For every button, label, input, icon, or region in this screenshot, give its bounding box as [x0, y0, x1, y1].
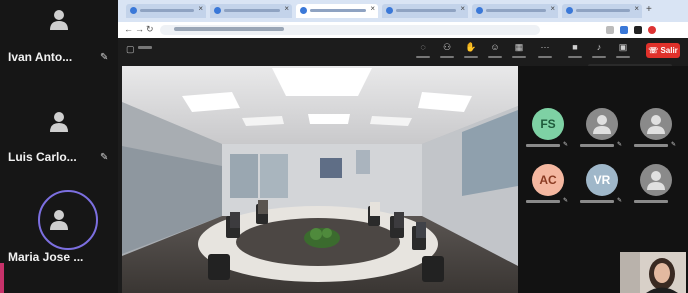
share-button[interactable]: ▣ — [612, 42, 634, 58]
participant-name: Maria Jose ... — [8, 250, 84, 264]
leave-label: Salir — [660, 46, 678, 55]
camera-icon: ■ — [572, 42, 578, 52]
user-icon — [647, 115, 665, 134]
participant-tile[interactable]: Ivan Anto... ✎ — [0, 0, 118, 70]
participant-sidebar: Ivan Anto... ✎ Luis Carlo... ✎ Maria Jos… — [0, 0, 118, 293]
mic-icon: ♪ — [596, 42, 602, 52]
profile-avatar[interactable] — [648, 26, 656, 34]
self-view-video — [620, 252, 686, 293]
more-icon: ··· — [540, 42, 550, 52]
user-icon — [50, 10, 68, 30]
meeting-timer — [138, 46, 152, 49]
muted-mic-icon: ✎ — [100, 52, 109, 63]
reactions-button[interactable]: ☺ — [484, 42, 506, 58]
room-video-feed — [122, 66, 518, 293]
url-text — [174, 27, 284, 31]
mic-button[interactable]: ♪ — [588, 42, 610, 58]
people-button[interactable]: ⚇ — [436, 42, 458, 58]
extension-icon[interactable] — [620, 26, 628, 34]
muted-mic-icon: ✎ — [617, 198, 623, 204]
participant-name: Luis Carlo... — [8, 150, 77, 164]
muted-mic-icon: ✎ — [563, 198, 569, 204]
people-icon: ⚇ — [442, 42, 452, 52]
extension-icon[interactable] — [634, 26, 642, 34]
user-icon — [593, 115, 611, 134]
gallery-tile[interactable]: ✎ — [630, 104, 680, 154]
user-icon — [50, 112, 68, 132]
conference-room-video — [122, 66, 518, 293]
muted-mic-icon: ✎ — [617, 142, 623, 148]
user-icon — [647, 171, 665, 190]
extension-icon[interactable] — [606, 26, 614, 34]
more-button[interactable]: ··· — [534, 42, 556, 58]
meeting-toolbar: ▢ ◌ ⚇ ✋ ☺ ▦ ··· ■ ♪ ▣ ☏ Salir — [118, 38, 688, 74]
view-icon[interactable]: ▢ — [126, 44, 135, 55]
chat-button[interactable]: ◌ — [412, 42, 434, 58]
gallery-tile[interactable]: ✎ — [576, 104, 626, 154]
participant-name: Ivan Anto... — [8, 50, 73, 64]
camera-button[interactable]: ■ — [564, 42, 586, 58]
avatar — [640, 108, 672, 140]
view-button[interactable]: ▦ — [508, 42, 530, 58]
gallery-tile[interactable]: FS ✎ — [522, 104, 572, 154]
back-icon[interactable]: ← — [124, 24, 133, 34]
self-view-image — [620, 252, 686, 293]
reload-icon[interactable]: ↻ — [146, 24, 154, 35]
tab-strip: × × × × × × + — [118, 0, 688, 22]
browser-window: × × × × × × + ← → ↻ ▢ ◌ ⚇ ✋ ☺ ▦ ··· ■ ♪ … — [118, 0, 688, 293]
avatar: FS — [532, 108, 564, 140]
gallery-tile[interactable]: AC ✎ — [522, 160, 572, 210]
taskbar-edge — [0, 263, 4, 293]
browser-tab[interactable]: × — [472, 4, 558, 18]
participant-gallery: FS ✎ ✎ ✎ AC ✎ VR ✎ — [518, 66, 688, 293]
forward-icon[interactable]: → — [135, 24, 144, 34]
hand-icon: ✋ — [465, 42, 477, 52]
participant-tile[interactable]: Luis Carlo... ✎ — [0, 100, 118, 170]
leave-button[interactable]: ☏ Salir — [646, 43, 680, 58]
gallery-tile[interactable] — [630, 160, 680, 210]
phone-icon: ☏ — [648, 46, 659, 55]
browser-tab[interactable]: × — [126, 4, 206, 18]
chat-icon: ◌ — [420, 42, 426, 52]
avatar: AC — [532, 164, 564, 196]
raise-hand-button[interactable]: ✋ — [460, 42, 482, 58]
avatar — [640, 164, 672, 196]
grid-icon: ▦ — [514, 42, 524, 52]
browser-tab[interactable]: × — [210, 4, 292, 18]
avatar — [586, 108, 618, 140]
browser-tab[interactable]: × — [382, 4, 468, 18]
muted-mic-icon: ✎ — [563, 142, 569, 148]
user-icon — [50, 210, 68, 230]
browser-tab-active[interactable]: × — [296, 4, 378, 18]
muted-mic-icon: ✎ — [671, 142, 677, 148]
reaction-icon: ☺ — [490, 42, 500, 52]
share-icon: ▣ — [618, 42, 628, 52]
muted-mic-icon: ✎ — [100, 152, 109, 163]
address-bar: ← → ↻ — [118, 22, 688, 39]
gallery-tile[interactable]: VR ✎ — [576, 160, 626, 210]
new-tab-icon[interactable]: + — [646, 4, 652, 15]
participant-tile[interactable]: Maria Jose ... — [0, 190, 118, 270]
avatar: VR — [586, 164, 618, 196]
browser-tab[interactable]: × — [562, 4, 642, 18]
